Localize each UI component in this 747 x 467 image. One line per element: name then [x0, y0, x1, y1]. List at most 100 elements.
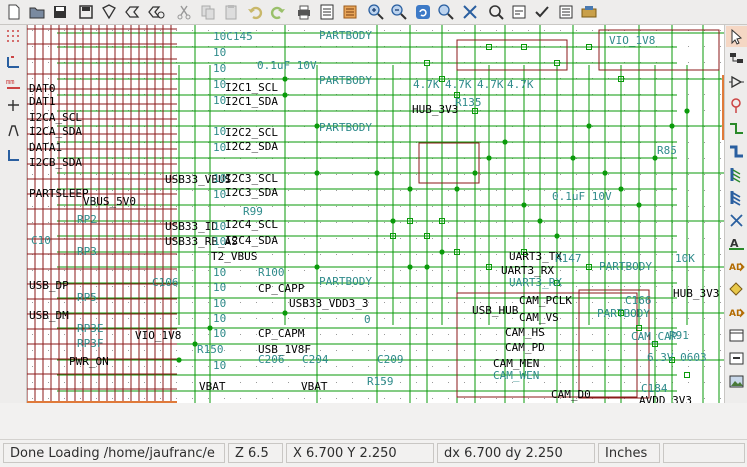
net-label: PARTBODY — [597, 307, 650, 320]
hidden-pins-icon[interactable] — [3, 120, 24, 141]
value-label: 6.3V 0603 — [647, 351, 707, 364]
net-label: VBUS_5V0 — [83, 195, 136, 208]
net-label: I2CA_SCL — [29, 111, 82, 124]
net-label: PARTBODY — [319, 74, 372, 87]
cursor-position: X 6.700 Y 2.250 — [286, 443, 434, 463]
paste-icon[interactable] — [221, 2, 241, 22]
new-icon[interactable] — [4, 2, 24, 22]
net-label: VBAT — [301, 380, 328, 393]
add-label-icon[interactable]: A — [726, 233, 747, 254]
copy-icon[interactable] — [198, 2, 218, 22]
add-component-icon[interactable] — [726, 72, 747, 93]
ref-label: C206 — [258, 353, 285, 366]
value-label: 10 — [213, 125, 227, 138]
add-bus-icon[interactable] — [726, 141, 747, 162]
bom-icon[interactable] — [556, 2, 576, 22]
value-label: 10 — [213, 281, 227, 294]
cvpcb-icon[interactable] — [579, 2, 599, 22]
value-label: 10 — [213, 327, 227, 340]
library-browse-icon[interactable] — [146, 2, 166, 22]
zoom-readout: Z 6.5 — [228, 443, 283, 463]
no-connect-icon[interactable] — [726, 210, 747, 231]
undo-icon[interactable] — [245, 2, 265, 22]
net-label: HUB_3V3 — [412, 103, 459, 116]
cursor-shape-icon[interactable] — [3, 95, 24, 116]
net-label: USB33_ID — [165, 220, 218, 233]
main-toolbar — [0, 0, 747, 25]
schematic-drawing — [27, 25, 724, 403]
status-extra — [663, 443, 745, 463]
bus-to-bus-icon[interactable] — [726, 187, 747, 208]
library-icon[interactable] — [122, 2, 142, 22]
net-label: I2C1_SCL — [225, 81, 278, 94]
grid-toggle-icon[interactable] — [3, 26, 24, 47]
value-label: 10 — [213, 46, 227, 59]
cut-icon[interactable] — [174, 2, 194, 22]
redo-icon[interactable] — [268, 2, 288, 22]
net-label: PARTBODY — [599, 260, 652, 273]
add-power-icon[interactable] — [726, 95, 747, 116]
relative-position: dx 6.700 dy 2.250 — [437, 443, 595, 463]
net-label: CAM_WEN — [493, 369, 540, 382]
save-as-icon[interactable] — [76, 2, 96, 22]
erc-icon[interactable] — [532, 2, 552, 22]
add-sheet-icon[interactable]: AD — [726, 302, 747, 323]
ref-label: RP3E — [77, 322, 104, 335]
ref-label: R99 — [243, 205, 263, 218]
net-label: CAM_HS — [505, 326, 545, 339]
value-label: 10 — [213, 141, 227, 154]
net-label: USB_HUB — [472, 304, 519, 317]
net-label: DAT1 — [29, 95, 56, 108]
value-label: 4.7K — [477, 78, 504, 91]
page-setup-icon[interactable] — [99, 2, 119, 22]
bus-wire-orient-icon[interactable] — [3, 145, 24, 166]
print-icon[interactable] — [294, 2, 314, 22]
value-label: 10 — [213, 172, 227, 185]
net-label: I2C3_SDA — [225, 186, 278, 199]
hierarchy-icon[interactable] — [460, 2, 480, 22]
net-label: I2CB_SDA — [29, 156, 82, 169]
save-icon[interactable] — [50, 2, 70, 22]
units-inches-icon[interactable] — [3, 51, 24, 72]
net-label: CAM_PD — [505, 341, 545, 354]
wire-to-bus-icon[interactable] — [726, 164, 747, 185]
hierarchy-nav-icon[interactable] — [726, 49, 747, 70]
add-image-icon[interactable] — [726, 371, 747, 392]
netlist-icon[interactable] — [340, 2, 360, 22]
zoom-in-icon[interactable] — [366, 2, 386, 22]
ref-label: RP3F — [77, 337, 104, 350]
value-label: 10 — [213, 62, 227, 75]
add-hier-label-icon[interactable] — [726, 279, 747, 300]
net-label: PWR_ON — [69, 355, 109, 368]
net-label: DAT0 — [29, 82, 56, 95]
zoom-fit-icon[interactable] — [436, 2, 456, 22]
open-icon[interactable] — [27, 2, 47, 22]
net-label: VIO_1V8 — [609, 34, 656, 47]
value-label: 10 — [213, 359, 227, 372]
select-arrow-icon[interactable] — [726, 26, 747, 47]
net-label: PARTBODY — [319, 29, 372, 42]
net-label: PARTBODY — [319, 275, 372, 288]
annotate-icon[interactable] — [509, 2, 529, 22]
import-sheet-pin-icon[interactable] — [726, 325, 747, 346]
add-wire-icon[interactable] — [726, 118, 747, 139]
find-icon[interactable] — [486, 2, 506, 22]
net-label: CAM_MEN — [493, 357, 540, 370]
net-label: DATA1 — [29, 141, 63, 154]
add-global-label-icon[interactable]: AD — [726, 256, 747, 277]
net-label: VBAT — [199, 380, 226, 393]
net-label: UART3_RX — [501, 264, 554, 277]
value-label: 10 — [213, 297, 227, 310]
schematic-canvas[interactable]: VIO_1V8 PARTBODY PARTBODY PARTBODY PARTB… — [27, 25, 724, 403]
add-sheet-pin-icon[interactable] — [726, 348, 747, 369]
redraw-icon[interactable] — [413, 2, 433, 22]
ref-label: 10C145 — [213, 30, 253, 43]
plot-icon[interactable] — [317, 2, 337, 22]
zoom-out-icon[interactable] — [389, 2, 409, 22]
ref-label: R147 — [555, 252, 582, 265]
net-label: CAM_D0 — [551, 388, 591, 401]
value-label: 10 — [213, 266, 227, 279]
net-label: AVDD_3V3 — [639, 394, 692, 403]
value-label: 10 — [213, 78, 227, 91]
units-mm-icon[interactable]: mm — [3, 74, 24, 95]
